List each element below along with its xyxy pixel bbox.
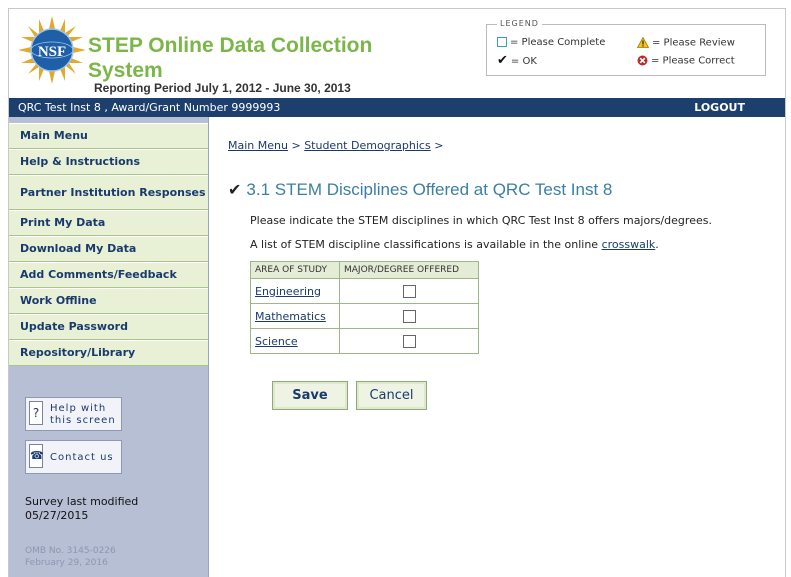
warning-icon [637, 37, 649, 48]
legend-box: LEGEND = Please Complete = Please Review… [486, 19, 766, 76]
logout-link[interactable]: LOGOUT [694, 101, 745, 114]
survey-last-modified: Survey last modified 05/27/2015 [25, 495, 195, 523]
help-line-1: Help with [50, 403, 107, 414]
save-button[interactable]: Save [272, 381, 348, 410]
main-content: Main Menu > Student Demographics > ✔ 3.1 … [209, 117, 785, 577]
phone-icon: ☎ [29, 444, 44, 468]
crosswalk-text: A list of STEM discipline classification… [250, 238, 659, 251]
table-header-row: AREA OF STUDY MAJOR/DEGREE OFFERED [250, 261, 479, 279]
legend-complete: = Please Complete [497, 37, 605, 49]
checkmark-icon: ✔ [497, 53, 508, 68]
legend-correct: = Please Correct [637, 55, 735, 68]
square-icon [497, 37, 507, 47]
institution-label: QRC Test Inst 8 , Award/Grant Number 999… [18, 101, 281, 114]
science-checkbox[interactable] [402, 334, 416, 348]
sidebar-menu: Main Menu Help & Instructions Partner In… [9, 123, 208, 366]
page-frame: NSF STEP Online Data Collection System R… [8, 8, 786, 577]
sidebar-item-work-offline[interactable]: Work Offline [9, 288, 208, 314]
legend-ok: ✔ = OK [497, 53, 537, 68]
breadcrumb-main-menu[interactable]: Main Menu [228, 139, 288, 152]
table-row: Engineering [250, 278, 479, 304]
table-row: Science [250, 328, 479, 354]
checkmark-icon: ✔ [228, 182, 242, 199]
breadcrumb: Main Menu > Student Demographics > [228, 139, 443, 152]
sidebar-item-repository[interactable]: Repository/Library [9, 340, 208, 366]
col-area-of-study: AREA OF STUDY [250, 261, 340, 279]
reporting-period: Reporting Period July 1, 2012 - June 30,… [94, 81, 351, 95]
help-question-icon: ? [29, 401, 43, 425]
institution-bar: QRC Test Inst 8 , Award/Grant Number 999… [9, 98, 785, 117]
mathematics-checkbox[interactable] [402, 309, 416, 323]
nsf-logo: NSF [18, 16, 86, 84]
help-line-2: this screen [50, 415, 116, 426]
crosswalk-link[interactable]: crosswalk [602, 238, 656, 251]
section-heading: ✔ 3.1 STEM Disciplines Offered at QRC Tes… [228, 180, 612, 200]
breadcrumb-student-demographics[interactable]: Student Demographics [304, 139, 431, 152]
survey-modified-date: 05/27/2015 [25, 509, 89, 522]
sidebar-item-update-password[interactable]: Update Password [9, 314, 208, 340]
error-icon [637, 55, 648, 66]
section-title: 3.1 STEM Disciplines Offered at QRC Test… [246, 180, 613, 199]
help-screen-button[interactable]: ? Help with this screen [25, 397, 122, 431]
col-major-degree: MAJOR/DEGREE OFFERED [339, 261, 479, 279]
engineering-checkbox[interactable] [402, 284, 416, 298]
header: NSF STEP Online Data Collection System R… [9, 9, 785, 99]
sidebar-item-download-data[interactable]: Download My Data [9, 236, 208, 262]
contact-us-button[interactable]: ☎ Contact us [25, 440, 122, 474]
crosswalk-prefix: A list of STEM discipline classification… [250, 238, 599, 251]
legend-title: LEGEND [497, 19, 542, 29]
svg-text:NSF: NSF [38, 44, 66, 60]
sidebar-item-partner-responses[interactable]: Partner Institution Responses [9, 175, 208, 210]
sidebar-item-print-data[interactable]: Print My Data [9, 210, 208, 236]
legend-review: = Please Review [637, 37, 735, 50]
sidebar-item-main-menu[interactable]: Main Menu [9, 123, 208, 149]
contact-label: Contact us [50, 452, 114, 463]
survey-modified-label: Survey last modified [25, 495, 139, 508]
crosswalk-suffix: . [655, 238, 659, 251]
stem-disciplines-table: AREA OF STUDY MAJOR/DEGREE OFFERED Engin… [250, 261, 479, 354]
breadcrumb-separator: > [434, 139, 444, 152]
engineering-link[interactable]: Engineering [255, 285, 321, 298]
science-link[interactable]: Science [255, 335, 298, 348]
omb-info: OMB No. 3145-0226 February 29, 2016 [25, 545, 116, 569]
app-title: STEP Online Data Collection System [88, 34, 373, 82]
instruction-text: Please indicate the STEM disciplines in … [250, 214, 712, 227]
breadcrumb-separator: > [291, 139, 301, 152]
table-row: Mathematics [250, 303, 479, 329]
sidebar-item-add-comments[interactable]: Add Comments/Feedback [9, 262, 208, 288]
cancel-button[interactable]: Cancel [356, 381, 427, 410]
mathematics-link[interactable]: Mathematics [255, 310, 326, 323]
omb-date: February 29, 2016 [25, 558, 108, 568]
omb-number: OMB No. 3145-0226 [25, 546, 116, 556]
sidebar-item-help[interactable]: Help & Instructions [9, 149, 208, 175]
